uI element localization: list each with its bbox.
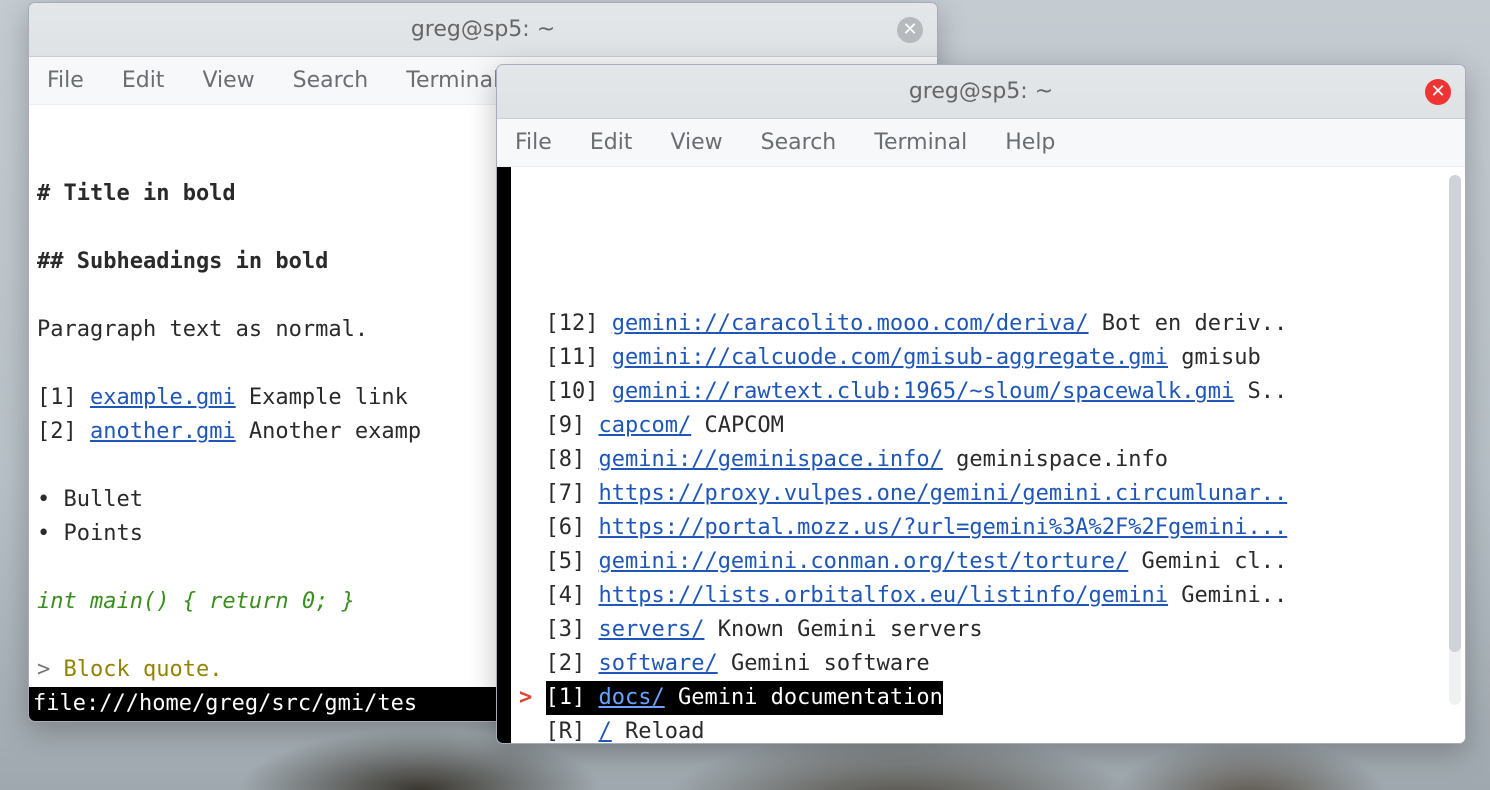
link-number: [8] [546, 447, 599, 472]
link-number: [1] [37, 385, 90, 410]
link-url[interactable]: / [598, 719, 611, 743]
link-text: Gemini.. [1168, 583, 1287, 608]
link-number: [4] [546, 583, 599, 608]
link-number: [2] [546, 651, 599, 676]
link-url[interactable]: gemini://caracolito.mooo.com/deriva/ [612, 311, 1089, 336]
link-url[interactable]: https://portal.mozz.us/?url=gemini%3A%2F… [598, 515, 1287, 540]
window-title: greg@sp5: ~ [411, 17, 555, 42]
menu-search[interactable]: Search [761, 130, 837, 155]
paragraph: Paragraph text as normal. [37, 317, 368, 342]
menu-file[interactable]: File [515, 130, 552, 155]
quote-marker: > [37, 657, 64, 682]
link-url[interactable]: capcom/ [598, 413, 691, 438]
menu-search[interactable]: Search [293, 68, 369, 93]
link-url[interactable]: https://proxy.vulpes.one/gemini/gemini.c… [598, 481, 1287, 506]
link-text: Bot en deriv.. [1089, 311, 1288, 336]
menu-edit[interactable]: Edit [122, 68, 165, 93]
menu-edit[interactable]: Edit [590, 130, 633, 155]
link-url[interactable]: https://lists.orbitalfox.eu/listinfo/gem… [598, 583, 1168, 608]
scrollbar-thumb[interactable] [1449, 175, 1461, 652]
status-text: file:///home/greg/src/gmi/tes [33, 691, 417, 716]
link-url[interactable]: software/ [598, 651, 717, 676]
link-number: [3] [546, 617, 599, 642]
menu-view[interactable]: View [202, 68, 254, 93]
link-text: geminispace.info [943, 447, 1168, 472]
titlebar[interactable]: greg@sp5: ~ ✕ [29, 3, 937, 57]
link-text: Gemini cl.. [1128, 549, 1287, 574]
window-title: greg@sp5: ~ [909, 79, 1053, 104]
menu-help[interactable]: Help [1005, 130, 1055, 155]
link-url[interactable]: docs/ [598, 685, 664, 710]
link-number: [12] [546, 311, 612, 336]
link-text: Another examp [236, 419, 421, 444]
link-number: [2] [37, 419, 90, 444]
link-number: [6] [546, 515, 599, 540]
titlebar[interactable]: greg@sp5: ~ ✕ [497, 65, 1465, 119]
link-text: gmisub [1168, 345, 1261, 370]
link-number: [5] [546, 549, 599, 574]
link-url[interactable]: example.gmi [90, 385, 236, 410]
link-url[interactable]: gemini://gemini.conman.org/test/torture/ [598, 549, 1128, 574]
bullet-item: • Points [37, 521, 143, 546]
link-text: Gemini documentation [665, 685, 943, 710]
menu-terminal[interactable]: Terminal [406, 68, 499, 93]
block-quote: Block quote. [64, 657, 223, 682]
selection-caret: > [519, 685, 532, 710]
link-number: [R] [546, 719, 599, 743]
close-icon[interactable]: ✕ [1425, 79, 1451, 105]
link-url[interactable]: another.gmi [90, 419, 236, 444]
link-url[interactable]: servers/ [598, 617, 704, 642]
link-number: [7] [546, 481, 599, 506]
link-url[interactable]: gemini://rawtext.club:1965/~sloum/spacew… [612, 379, 1235, 404]
link-url[interactable]: gemini://geminispace.info/ [598, 447, 942, 472]
heading-1: # Title in bold [37, 181, 236, 206]
link-text: CAPCOM [691, 413, 784, 438]
menu-view[interactable]: View [670, 130, 722, 155]
menu-file[interactable]: File [47, 68, 84, 93]
link-number: [10] [546, 379, 612, 404]
heading-2: ## Subheadings in bold [37, 249, 328, 274]
terminal-content[interactable]: [12] gemini://caracolito.mooo.com/deriva… [497, 167, 1465, 743]
link-text: Gemini software [718, 651, 930, 676]
link-text: Known Gemini servers [704, 617, 982, 642]
bullet-item: • Bullet [37, 487, 143, 512]
selected-line[interactable]: [1] docs/ Gemini documentation [546, 681, 943, 715]
link-number: [11] [546, 345, 612, 370]
link-url[interactable]: gemini://calcuode.com/gmisub-aggregate.g… [612, 345, 1168, 370]
code-block: int main() { return 0; } [37, 589, 355, 614]
link-text: Example link [236, 385, 408, 410]
link-text: Reload [612, 719, 705, 743]
terminal-window-2: greg@sp5: ~ ✕ File Edit View Search Term… [496, 64, 1466, 744]
close-icon[interactable]: ✕ [897, 17, 923, 43]
link-number: [1] [546, 685, 599, 710]
terminal-gutter [497, 167, 511, 743]
link-text: S.. [1234, 379, 1287, 404]
menu-terminal[interactable]: Terminal [874, 130, 967, 155]
link-number: [9] [546, 413, 599, 438]
menubar: File Edit View Search Terminal Help [497, 119, 1465, 167]
scrollbar[interactable] [1449, 175, 1461, 705]
